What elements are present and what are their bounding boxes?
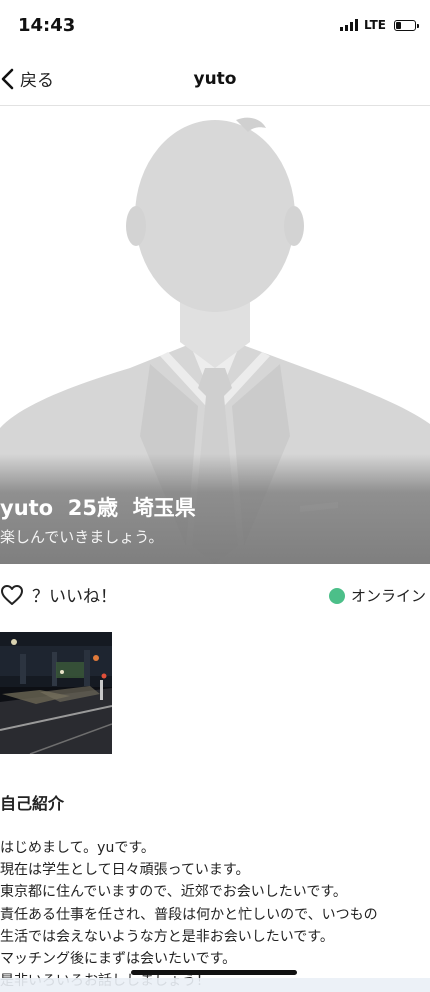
status-time: 14:43 — [18, 15, 76, 36]
profile-name: yuto 25歳 埼玉県 — [0, 496, 196, 520]
like-button[interactable]: ？いいね！ — [0, 582, 117, 607]
status-indicators: LTE — [339, 18, 419, 32]
status-bar: 14:43 LTE — [0, 0, 430, 52]
nav-bar: 戻る yuto — [0, 52, 430, 106]
intro-line: はじめまして。yuです。 — [0, 840, 155, 856]
battery-icon — [394, 19, 419, 31]
signal-icon — [339, 19, 358, 31]
intro-line: 現在は学生として日々頑張っています。 — [0, 862, 250, 879]
intro-line: 責任ある仕事を任され、普段は何かと忙しいので、いつもの — [0, 906, 378, 923]
profile-photo[interactable]: yuto 25歳 埼玉県 楽しんでいきましょう。 — [0, 106, 430, 564]
intro-heading: 自己紹介 — [0, 794, 65, 813]
profile-tagline: 楽しんでいきましょう。 — [0, 528, 164, 546]
network-label: LTE — [363, 18, 386, 32]
night-street-photo-icon — [0, 632, 112, 754]
photo-thumbnail[interactable] — [0, 632, 112, 754]
like-count-label: ？いいね！ — [32, 587, 117, 607]
intro-line: マッチング後にまずは会いたいです。 — [0, 951, 237, 968]
bottom-fade — [0, 978, 430, 992]
heart-icon — [1, 584, 23, 605]
intro-line: 東京都に住んでいますので、近郊でお会いしたいです。 — [0, 884, 347, 901]
online-label: オンライン — [350, 587, 426, 605]
intro-line: 生活では会えないような方と是非お会いしたいです。 — [0, 928, 334, 945]
page-title: yuto — [193, 69, 237, 89]
intro-body: はじめまして。yuです。 現在は学生として日々頑張っています。 東京都に住んでい… — [0, 837, 430, 992]
online-dot-icon — [328, 587, 345, 604]
home-indicator[interactable] — [131, 970, 297, 975]
online-status: オンライン — [328, 585, 426, 606]
like-row: ？いいね！ オンライン — [0, 578, 430, 618]
